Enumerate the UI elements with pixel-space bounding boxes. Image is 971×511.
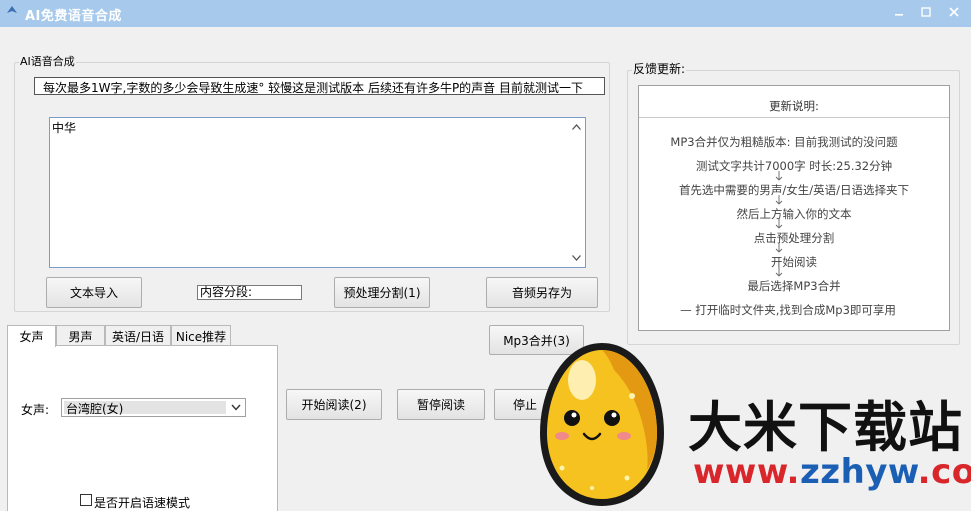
egg-mascot-logo: [540, 343, 664, 506]
close-button[interactable]: [940, 0, 968, 24]
watermark-url-domain: zzhyw: [799, 452, 918, 492]
start-reading-button[interactable]: 开始阅读(2): [286, 389, 382, 420]
segment-label: 内容分段:: [197, 285, 302, 300]
maximize-button[interactable]: [912, 0, 940, 24]
scroll-down-icon[interactable]: [571, 252, 582, 263]
watermark-url-prefix: www.: [693, 452, 800, 492]
arrow-down-icon: [775, 243, 783, 253]
tab-female[interactable]: 女声: [7, 325, 56, 347]
title-bar[interactable]: [0, 0, 971, 27]
speed-mode-label: 是否开启语速模式: [94, 496, 191, 510]
arrow-down-icon: [775, 171, 783, 181]
maximize-icon: [921, 7, 931, 17]
scroll-up-icon[interactable]: [571, 121, 582, 132]
import-text-button[interactable]: 文本导入: [46, 277, 142, 308]
app-icon: [5, 4, 19, 18]
feedback-line: 最后选择MP3合并: [747, 279, 841, 293]
voice-label: 女声:: [21, 403, 50, 417]
feedback-line: 开始阅读: [771, 255, 817, 269]
tab-nice-recommend[interactable]: Nice推荐: [171, 325, 231, 346]
feedback-divider: [639, 117, 949, 118]
window-title: AI免费语音合成: [25, 9, 122, 24]
minimize-icon: [895, 14, 903, 16]
feedback-line: MP3合并仅为粗糙版本: 目前我测试的没问题: [670, 135, 898, 149]
arrow-down-icon: [775, 267, 783, 277]
feedback-legend: 反馈更新:: [632, 60, 687, 77]
tab-english-japanese[interactable]: 英语/日语: [105, 325, 171, 346]
voice-select[interactable]: 台湾腔(女): [61, 398, 246, 417]
feedback-line: 首先选中需要的男声/女生/英语/日语选择夹下: [678, 183, 910, 197]
feedback-line: 然后上方输入你的文本: [736, 207, 852, 221]
watermark-url: www.zzhyw.com: [693, 452, 971, 492]
voice-select-value: 台湾腔(女): [66, 402, 124, 416]
pause-reading-button[interactable]: 暂停阅读: [397, 389, 485, 420]
voice-tab-page: [7, 345, 278, 511]
feedback-line: 点击预处理分割: [753, 231, 835, 245]
notice-banner: 每次最多1W字,字数的多少会导致生成速° 较慢这是测试版本 后续还有许多牛P的声…: [34, 77, 605, 95]
watermark-url-suffix: .com: [917, 452, 971, 492]
save-audio-button[interactable]: 音频另存为: [486, 277, 598, 308]
text-input-area[interactable]: [49, 117, 586, 268]
tab-male[interactable]: 男声: [56, 325, 105, 346]
feedback-line: 测试文字共计7000字 时长:25.32分钟: [695, 159, 893, 173]
arrow-down-icon: [775, 219, 783, 229]
ai-group-legend: AI语音合成: [19, 53, 76, 69]
speed-mode-checkbox[interactable]: [80, 494, 92, 506]
arrow-down-icon: [775, 195, 783, 205]
chevron-down-icon: [231, 404, 241, 411]
watermark-site-name: 大米下载站: [688, 396, 963, 459]
minimize-button[interactable]: [885, 0, 913, 24]
preprocess-button[interactable]: 预处理分割(1): [334, 277, 430, 308]
feedback-line: — 打开临时文件夹,找到合成Mp3即可享用: [680, 303, 896, 317]
close-icon: [949, 7, 959, 17]
text-input-content: 中华: [52, 121, 77, 135]
feedback-panel: 更新说明: MP3合并仅为粗糙版本: 目前我测试的没问题 测试文字共计7000字…: [638, 85, 950, 331]
feedback-heading: 更新说明:: [769, 99, 819, 113]
text-scrollbar[interactable]: [568, 118, 585, 267]
